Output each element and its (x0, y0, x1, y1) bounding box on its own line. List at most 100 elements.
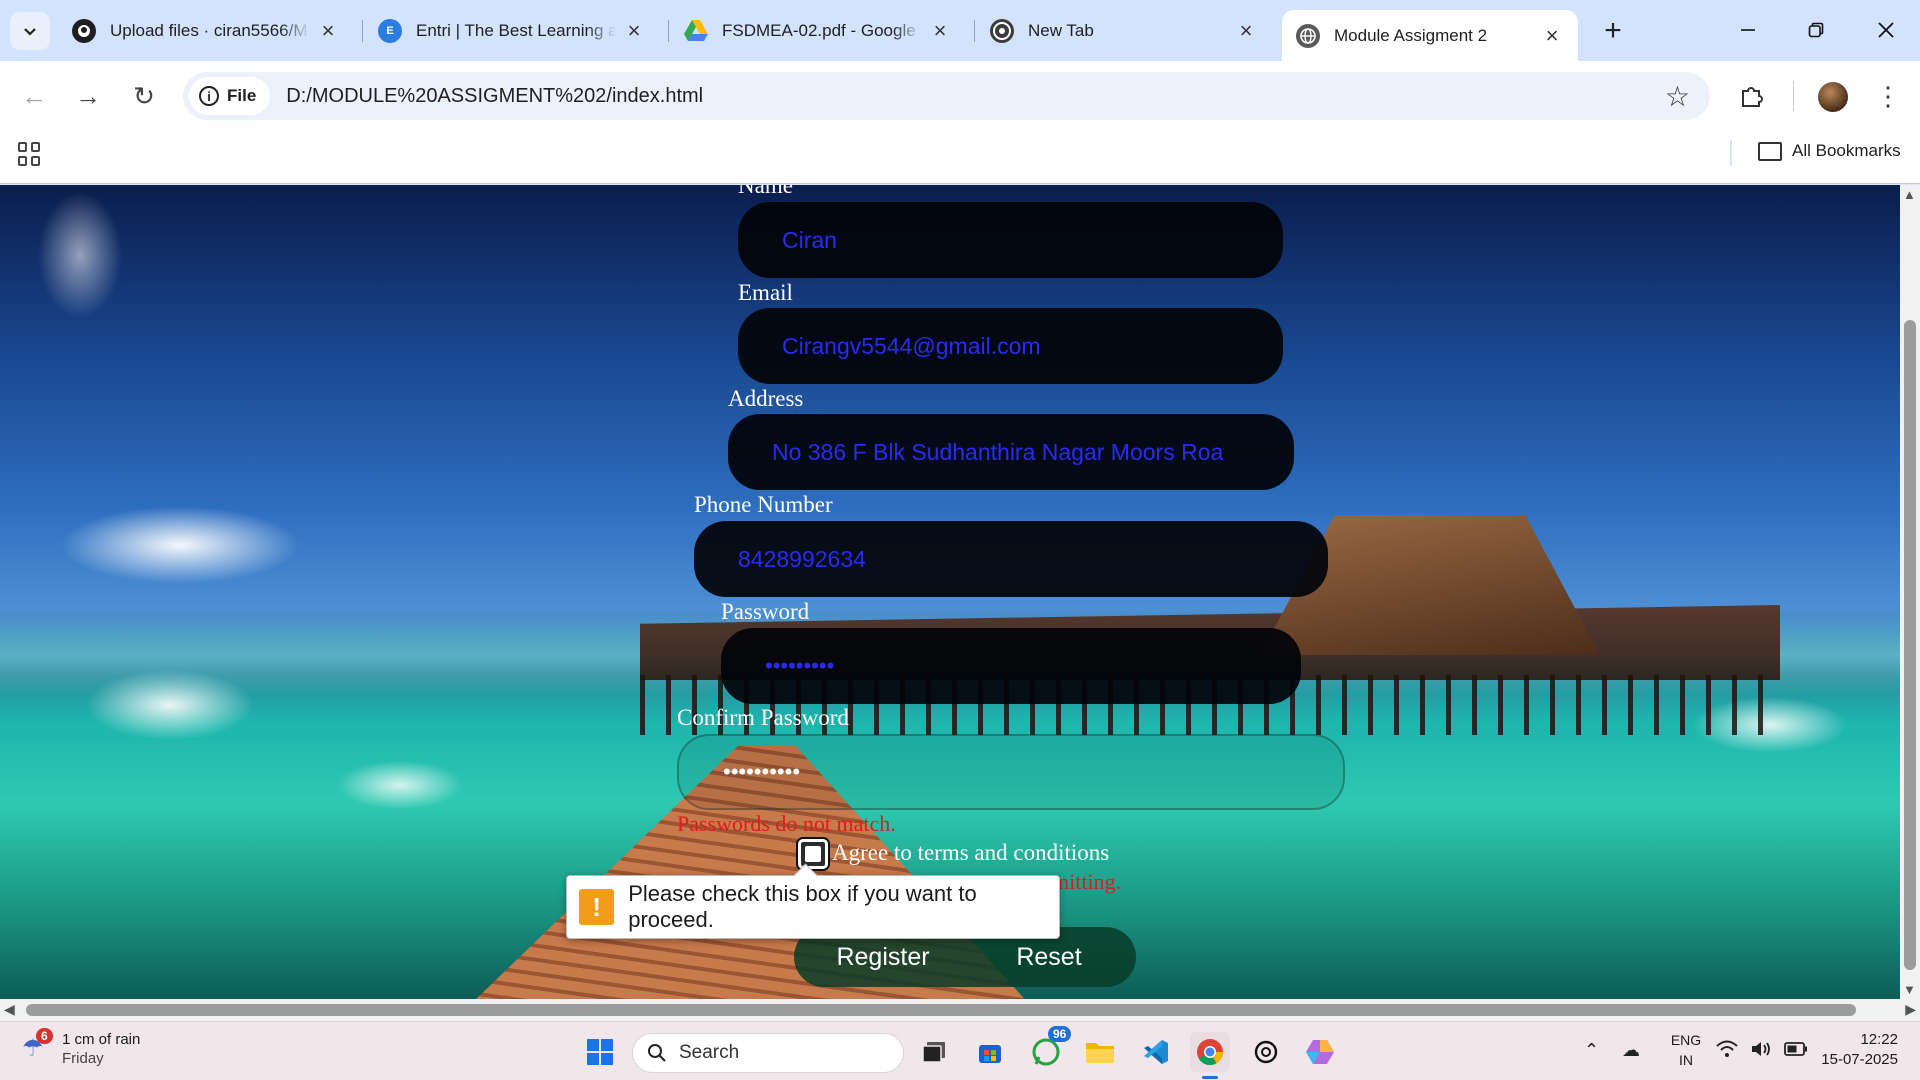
tab-new-tab[interactable]: New Tab × (976, 12, 1272, 50)
puzzle-icon (1742, 87, 1763, 107)
bookmarks-bar (0, 131, 1920, 184)
horizontal-scroll-thumb[interactable] (26, 1004, 1856, 1016)
language-code: ENG (1670, 1032, 1702, 1048)
url-text[interactable]: D:/MODULE%20ASSIGMENT%202/index.html (286, 85, 703, 108)
gemini-icon (1306, 1040, 1334, 1064)
close-icon[interactable]: × (622, 18, 646, 43)
close-icon[interactable]: × (928, 18, 952, 43)
password-input[interactable]: ••••••••• (721, 628, 1301, 704)
close-window-button[interactable] (1856, 10, 1916, 50)
tab-module-assigment[interactable]: Module Assigment 2 × (1282, 10, 1578, 61)
weather-badge: 6 (36, 1028, 53, 1044)
chatgpt-icon (1254, 1040, 1278, 1064)
phone-label: Phone Number (694, 492, 833, 517)
back-button[interactable]: ← (14, 76, 54, 116)
page-viewport: Name Email Address Phone Number Password… (0, 185, 1900, 999)
extensions-button[interactable] (1732, 76, 1772, 116)
tab-separator (974, 20, 975, 42)
scroll-left-icon[interactable]: ◀ (4, 1001, 15, 1018)
taskbar-search-label: Search (679, 1042, 740, 1063)
new-tab-button[interactable]: + (1594, 12, 1632, 50)
weather-day: Friday (62, 1050, 104, 1067)
address-input[interactable] (728, 414, 1294, 490)
validation-tooltip: ! Please check this box if you want to p… (566, 875, 1060, 939)
vertical-scrollbar[interactable]: ▲ ▼ (1900, 185, 1920, 999)
windows-icon (587, 1039, 613, 1065)
taskbar-search[interactable]: Search (632, 1033, 904, 1073)
menu-button[interactable]: ⋮ (1868, 76, 1908, 116)
info-icon: i (199, 86, 219, 106)
close-icon[interactable]: × (1234, 18, 1258, 43)
password-label: Password (721, 599, 810, 624)
minimize-button[interactable] (1718, 10, 1778, 50)
tab-google-drive[interactable]: FSDMEA-02.pdf - Google D × (670, 12, 966, 50)
chrome-taskbar-button[interactable] (1190, 1032, 1230, 1072)
start-button[interactable] (580, 1032, 620, 1072)
vertical-scroll-thumb[interactable] (1904, 320, 1916, 970)
scroll-down-icon[interactable]: ▼ (1903, 982, 1916, 997)
vscode-button[interactable] (1136, 1032, 1176, 1072)
weather-forecast: 1 cm of rain (62, 1031, 141, 1048)
store-icon (979, 1045, 1001, 1063)
kebab-menu-icon: ⋮ (1875, 80, 1901, 111)
toolbar-divider (1793, 81, 1794, 111)
validation-message: Please check this box if you want to pro… (628, 881, 977, 932)
tab-title: FSDMEA-02.pdf - Google D (722, 21, 922, 40)
folder-icon (1086, 1043, 1114, 1063)
battery-icon (1784, 1042, 1807, 1056)
tab-entri[interactable]: E Entri | The Best Learning ar × (364, 12, 660, 50)
arrow-left-icon: ← (21, 80, 47, 111)
close-icon (1878, 22, 1894, 38)
tab-github[interactable]: Upload files · ciran5566/M × (58, 12, 354, 50)
tab-search-button[interactable] (10, 12, 50, 50)
scroll-up-icon[interactable]: ▲ (1903, 187, 1916, 202)
cloud-offline-icon[interactable]: ☁ (1622, 1040, 1640, 1061)
email-input[interactable] (738, 308, 1283, 384)
terms-error: mitting. (1052, 869, 1122, 894)
all-bookmarks-button[interactable]: All Bookmarks (1758, 141, 1901, 161)
store-button[interactable] (970, 1032, 1010, 1072)
all-bookmarks-label: All Bookmarks (1792, 141, 1901, 160)
chatgpt-button[interactable] (1246, 1032, 1286, 1072)
confirm-password-label: Confirm Password (677, 705, 849, 730)
whatsapp-button[interactable]: 96 (1026, 1026, 1072, 1072)
password-mismatch-error: Passwords do not match. (677, 811, 896, 836)
wifi-icon (1716, 1040, 1738, 1057)
whatsapp-badge: 96 (1048, 1026, 1072, 1042)
show-hidden-icons[interactable]: ⌃ (1584, 1040, 1599, 1061)
weather-widget[interactable]: ☂ 6 1 cm of rain Friday (22, 1028, 141, 1068)
apps-grid-icon[interactable] (18, 142, 42, 166)
close-icon[interactable]: × (1540, 23, 1564, 48)
horizontal-scrollbar[interactable]: ◀ ▶ (0, 999, 1920, 1021)
task-view-button[interactable] (914, 1032, 954, 1072)
folder-icon (1758, 141, 1782, 161)
language-indicator[interactable]: ENG IN (1668, 1030, 1704, 1070)
system-tray[interactable] (1716, 1040, 1808, 1058)
scroll-right-icon[interactable]: ▶ (1905, 1001, 1916, 1018)
forward-button[interactable]: → (68, 76, 108, 116)
profile-avatar[interactable] (1818, 82, 1848, 112)
clock-date: 15-07-2025 (1821, 1051, 1898, 1068)
taskbar: ☂ 6 1 cm of rain Friday Search 96 ⌃ ☁ EN… (0, 1021, 1920, 1080)
bookmark-star-icon[interactable]: ☆ (1665, 80, 1690, 113)
system-clock[interactable]: 12:22 15-07-2025 (1818, 1030, 1898, 1070)
task-view-icon (922, 1042, 945, 1063)
address-bar[interactable]: i File D:/MODULE%20ASSIGMENT%202/index.h… (183, 72, 1710, 120)
file-explorer-button[interactable] (1080, 1032, 1120, 1072)
name-input[interactable] (738, 202, 1283, 278)
volume-icon (1752, 1042, 1770, 1056)
arrow-right-icon: → (75, 80, 101, 111)
reload-button[interactable]: ↻ (124, 76, 164, 116)
site-info-chip[interactable]: i File (189, 77, 271, 115)
phone-input[interactable] (694, 521, 1328, 597)
umbrella-icon: ☂ 6 (22, 1028, 53, 1064)
region-code: IN (1679, 1052, 1693, 1068)
gemini-button[interactable] (1300, 1032, 1340, 1072)
address-label: Address (728, 386, 804, 411)
confirm-password-input[interactable]: •••••••••• (677, 734, 1345, 810)
restore-button[interactable] (1786, 10, 1846, 50)
browser-toolbar: ← → ↻ i File D:/MODULE%20ASSIGMENT%202/i… (0, 61, 1920, 131)
close-icon[interactable]: × (316, 18, 340, 43)
globe-icon (1296, 23, 1320, 48)
restore-icon (1808, 22, 1824, 38)
